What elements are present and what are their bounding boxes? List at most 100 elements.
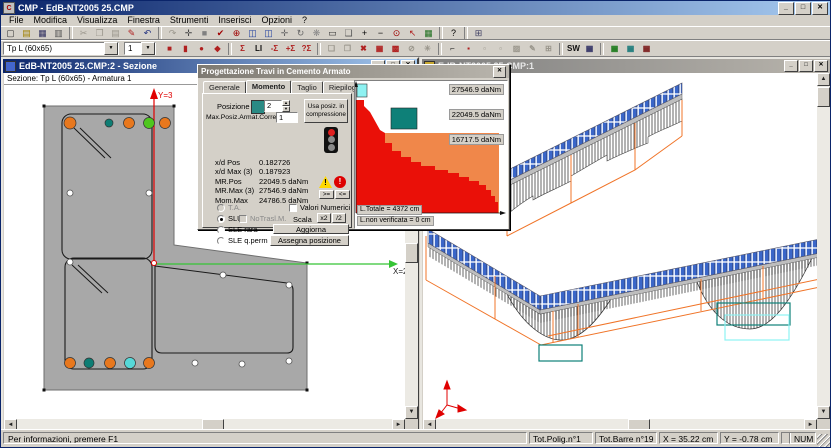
tile-columns-button[interactable]: ◫ — [245, 27, 260, 39]
rotate-button[interactable]: ↻ — [293, 27, 308, 39]
bar-circle-icon[interactable]: ● — [194, 43, 209, 55]
small-gray-icon[interactable]: ▫ — [477, 43, 492, 55]
posizione-field[interactable]: 2 — [264, 100, 282, 112]
menu-item[interactable]: Visualizza — [72, 15, 122, 26]
radio-ta[interactable]: T.A. — [217, 203, 241, 212]
verify-check-button[interactable]: ✔ — [213, 27, 228, 39]
forbid-icon[interactable]: ⊘ — [404, 43, 419, 55]
mesh-red2-icon[interactable]: ▩ — [388, 43, 403, 55]
profile-li-icon[interactable]: LI — [251, 43, 266, 55]
posizione-spinner[interactable]: ▲▼ — [282, 100, 290, 112]
scrollbar-thumb[interactable] — [817, 87, 830, 107]
close-button[interactable]: ✕ — [814, 60, 828, 72]
moment-diagram-panel[interactable]: 27546.9 daNm22049.5 daNm16717.5 daNm L.T… — [354, 80, 508, 229]
duplicate-button[interactable]: ❑ — [341, 27, 356, 39]
menu-item[interactable]: Inserisci — [213, 15, 256, 26]
asterisk-icon[interactable]: ✳ — [420, 43, 435, 55]
rectangle-button[interactable]: ▭ — [325, 27, 340, 39]
pan-hand-button[interactable]: ✛ — [181, 27, 196, 39]
aggiorna-button[interactable]: Aggiorna — [273, 224, 349, 234]
scrollbar-thumb[interactable] — [405, 243, 418, 263]
tile-columns2-button[interactable]: ◫ — [261, 27, 276, 39]
resize-grip[interactable] — [817, 434, 830, 447]
multicolor-grid-icon[interactable]: ▦ — [582, 43, 597, 55]
chevron-down-icon[interactable]: ▼ — [104, 42, 118, 55]
move-button[interactable]: ✛ — [277, 27, 292, 39]
sheet2-icon[interactable]: ❐ — [340, 43, 355, 55]
copy-button[interactable]: ❐ — [92, 27, 107, 39]
redo-button[interactable]: ↷ — [165, 27, 180, 39]
sw-icon[interactable]: SW — [566, 43, 581, 55]
scroll-down-icon[interactable]: ▼ — [405, 406, 418, 419]
minimize-button[interactable]: _ — [778, 2, 794, 15]
delete-bars-icon[interactable]: ✖ — [356, 43, 371, 55]
corner-icon[interactable]: ⌐ — [445, 43, 460, 55]
close-button[interactable]: ✕ — [812, 2, 828, 15]
help-button[interactable]: ? — [446, 27, 461, 39]
max-posiz-field[interactable]: 1 — [276, 112, 298, 123]
mesh-red-icon[interactable]: ▦ — [372, 43, 387, 55]
section-type-combo[interactable]: Tp L (60x65) ▼ — [3, 42, 119, 55]
position-combo[interactable]: 1 ▼ — [124, 42, 156, 55]
profile-sigma-icon[interactable]: Σ — [235, 43, 250, 55]
radio-sle-qperm[interactable]: SLE q.perm — [217, 236, 268, 245]
check-valori-numerici[interactable]: Valori Numerici — [289, 203, 350, 212]
open-folder-button[interactable]: ▤ — [19, 27, 34, 39]
paste-button[interactable]: ▤ — [108, 27, 123, 39]
save-button[interactable]: ▦ — [35, 27, 50, 39]
menu-item[interactable]: Opzioni — [256, 15, 297, 26]
bar-rect-icon[interactable]: ▮ — [178, 43, 193, 55]
maximize-button[interactable]: □ — [795, 2, 811, 15]
zoom-out-button[interactable]: − — [373, 27, 388, 39]
bar-poly-icon[interactable]: ◆ — [210, 43, 225, 55]
print-button[interactable]: ▥ — [51, 27, 66, 39]
remove-profile-icon[interactable]: -Σ — [267, 43, 282, 55]
undo-button[interactable]: ↶ — [140, 27, 155, 39]
regen-button[interactable]: ❋ — [309, 27, 324, 39]
scroll-down-icon[interactable]: ▼ — [817, 406, 830, 419]
capture-view-button[interactable]: ⊞ — [471, 27, 486, 39]
new-document-button[interactable]: ▢ — [3, 27, 18, 39]
scroll-up-icon[interactable]: ▲ — [817, 73, 830, 86]
restore-button[interactable]: □ — [799, 60, 813, 72]
pencil-grid-icon[interactable]: ✎ — [525, 43, 540, 55]
export-table-button[interactable]: ▦ — [421, 27, 436, 39]
grid-teal-icon[interactable]: ▦ — [623, 43, 638, 55]
sheet-icon[interactable]: ❏ — [324, 43, 339, 55]
find-entity-button[interactable]: ⊕ — [229, 27, 244, 39]
check-notrasl[interactable]: NoTrasl.M. — [239, 214, 286, 223]
fill-gray-button[interactable]: ■ — [197, 27, 212, 39]
usa-posiz-button[interactable]: Usa posiz. in compressione — [304, 99, 348, 123]
minimize-button[interactable]: _ — [784, 60, 798, 72]
le-button[interactable]: <= — [335, 190, 350, 199]
chevron-down-icon[interactable]: ▼ — [141, 42, 155, 55]
menu-item[interactable]: ? — [297, 15, 312, 26]
zoom-in-button[interactable]: + — [357, 27, 372, 39]
grid-green-icon[interactable]: ▦ — [607, 43, 622, 55]
menu-item[interactable]: File — [4, 15, 29, 26]
grid-red-icon[interactable]: ▦ — [639, 43, 654, 55]
scala-x2-button[interactable]: x2 — [317, 213, 331, 223]
bar-square-icon[interactable]: ■ — [162, 43, 177, 55]
ge-button[interactable]: >= — [319, 190, 334, 199]
grid-gray-icon[interactable]: ⊞ — [541, 43, 556, 55]
add-profile-icon[interactable]: +Σ — [283, 43, 298, 55]
diagram-length-labels: L.Totale = 4372 cm L.non verificata = 0 … — [357, 204, 434, 226]
menu-item[interactable]: Finestra — [122, 15, 165, 26]
cut-button[interactable]: ✂ — [76, 27, 91, 39]
menu-item[interactable]: Modifica — [29, 15, 73, 26]
view3d-vscrollbar[interactable]: ▲ ▼ — [817, 73, 830, 419]
menu-item[interactable]: Strumenti — [165, 15, 214, 26]
format-brush-button[interactable]: ✎ — [124, 27, 139, 39]
red-dot-icon[interactable]: ▪ — [461, 43, 476, 55]
assegna-posizione-button[interactable]: Assegna posizione — [270, 235, 349, 246]
query-profile-icon[interactable]: ?Σ — [299, 43, 314, 55]
zoom-lens-button[interactable]: ⊙ — [389, 27, 404, 39]
small-gray2-icon[interactable]: ▫ — [493, 43, 508, 55]
menu-bar: FileModificaVisualizzaFinestraStrumentiI… — [1, 15, 831, 26]
close-icon[interactable]: ✕ — [493, 66, 506, 78]
mesh-gray-icon[interactable]: ▨ — [509, 43, 524, 55]
radio-sle-rara[interactable]: SLE rara — [217, 225, 258, 234]
pointer-red-button[interactable]: ↖ — [405, 27, 420, 39]
scala-div2-button[interactable]: /2 — [332, 213, 346, 223]
